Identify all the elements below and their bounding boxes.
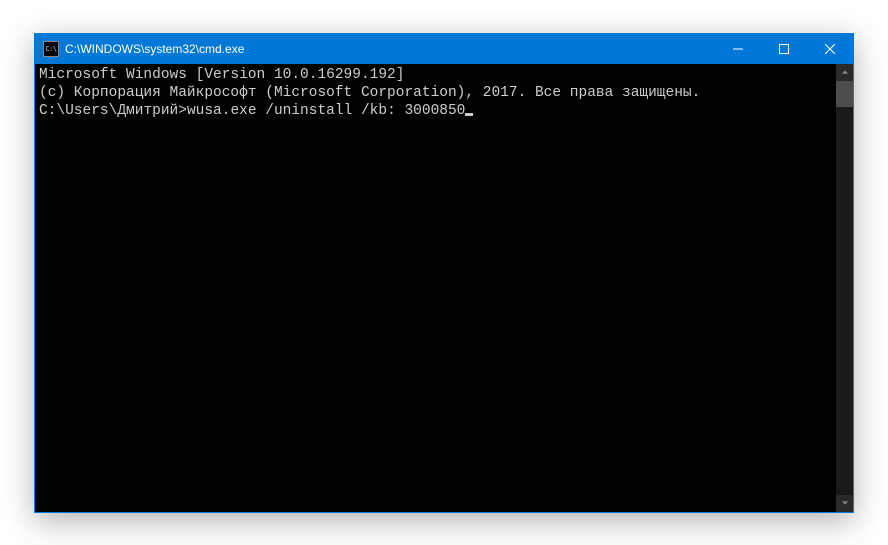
chevron-down-icon [841,499,849,507]
cmd-icon: C:\ [43,41,59,57]
scroll-thumb[interactable] [836,81,853,107]
minimize-icon [733,44,743,54]
version-line: Microsoft Windows [Version 10.0.16299.19… [39,66,834,84]
cursor [465,113,473,116]
copyright-line: (c) Корпорация Майкрософт (Microsoft Cor… [39,84,834,102]
close-button[interactable] [807,34,853,64]
window-controls [715,34,853,64]
maximize-icon [779,44,789,54]
scrollbar[interactable] [836,64,853,512]
chevron-up-icon [841,68,849,76]
cmd-window: C:\ C:\WINDOWS\system32\cmd.exe Microsof… [34,33,854,513]
scroll-up-button[interactable] [836,64,853,81]
titlebar[interactable]: C:\ C:\WINDOWS\system32\cmd.exe [35,34,853,64]
scroll-down-button[interactable] [836,495,853,512]
scroll-track[interactable] [836,81,853,495]
typed-command: wusa.exe /uninstall /kb: 3000850 [187,103,465,119]
terminal-output[interactable]: Microsoft Windows [Version 10.0.16299.19… [35,64,836,512]
command-line: C:\Users\Дмитрий>wusa.exe /uninstall /kb… [39,102,834,120]
prompt: C:\Users\Дмитрий> [39,103,187,119]
close-icon [825,44,835,54]
window-title: C:\WINDOWS\system32\cmd.exe [65,42,244,56]
terminal-area: Microsoft Windows [Version 10.0.16299.19… [35,64,853,512]
maximize-button[interactable] [761,34,807,64]
minimize-button[interactable] [715,34,761,64]
